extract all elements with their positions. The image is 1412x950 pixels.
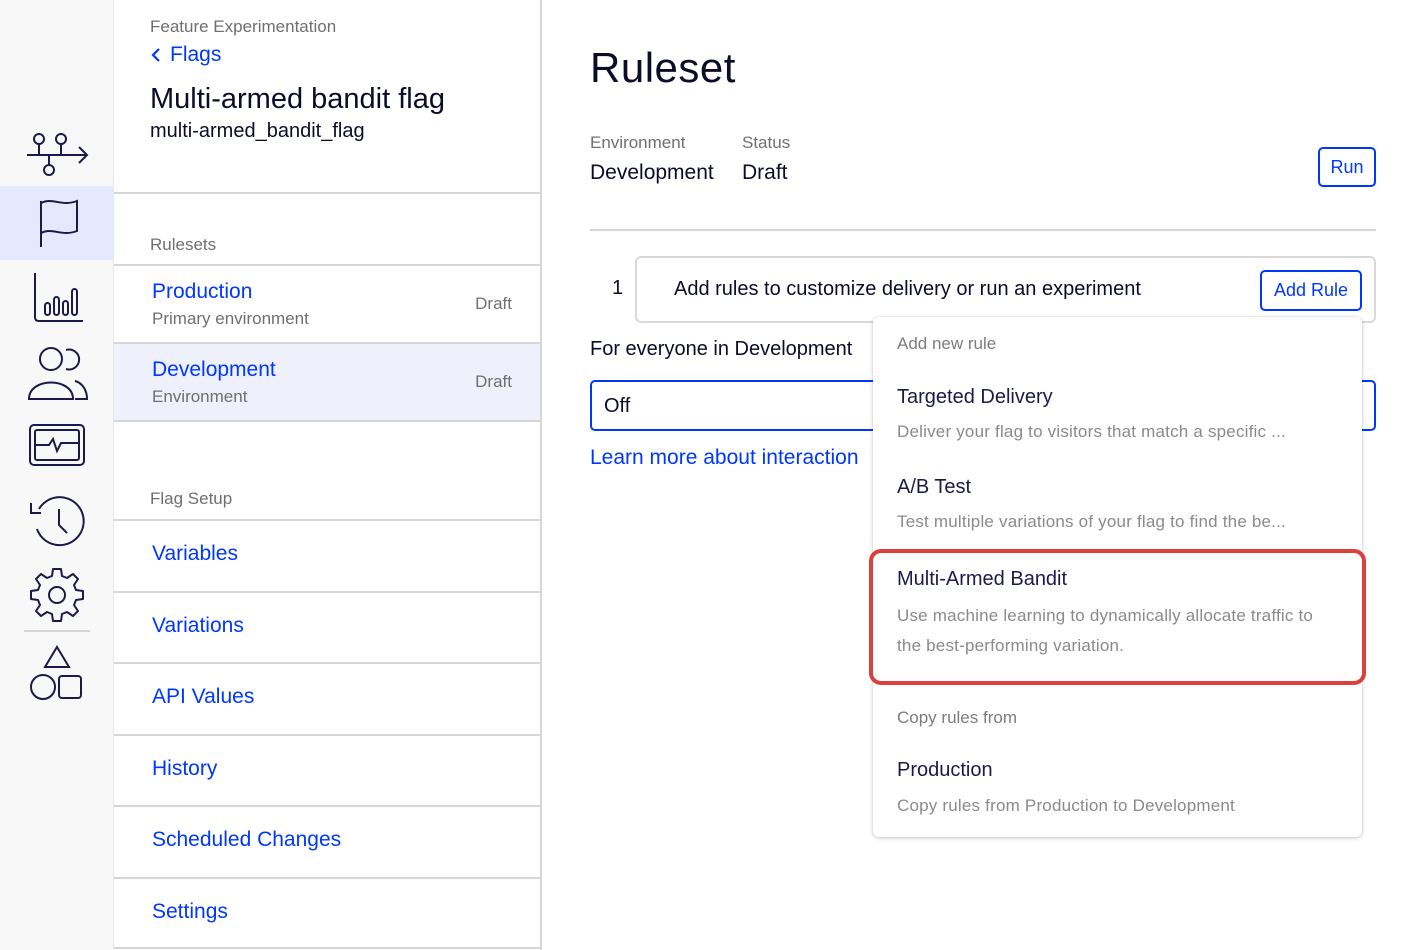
dropdown-item-title: A/B Test <box>897 476 972 498</box>
page-title: Ruleset <box>590 44 736 91</box>
divider <box>114 734 540 736</box>
dropdown-item-targeted-delivery[interactable]: Targeted Delivery Deliver your flag to v… <box>873 373 1362 461</box>
add-rule-prompt: Add rules to customize delivery or run a… <box>674 278 1141 300</box>
environment-label: Environment <box>590 133 686 152</box>
ruleset-status: Draft <box>475 372 512 391</box>
run-button[interactable]: Run <box>1318 147 1376 187</box>
setup-link-variations[interactable]: Variations <box>152 614 244 638</box>
ruleset-row-production[interactable]: Production Primary environment Draft <box>114 266 540 342</box>
ruleset-row-development[interactable]: Development Environment Draft <box>114 344 540 420</box>
flag-title: Multi-armed bandit flag <box>150 83 445 115</box>
add-new-rule-group-label: Add new rule <box>897 334 997 353</box>
flow-arrow-icon <box>27 133 89 176</box>
rail-item-flags[interactable] <box>0 186 114 260</box>
bar-chart-icon <box>34 273 83 322</box>
dropdown-item-description: Copy rules from Production to Developmen… <box>897 796 1235 815</box>
gear-icon <box>30 568 84 622</box>
dropdown-item-description: Use machine learning to dynamically allo… <box>897 606 1314 655</box>
app-root: Feature Experimentation Flags Multi-arme… <box>0 0 1412 950</box>
shapes-icon <box>30 645 82 700</box>
rule-index: 1 <box>612 277 624 299</box>
rail-item-settings[interactable] <box>0 556 114 630</box>
flag-sidebar: Feature Experimentation Flags Multi-arme… <box>114 0 542 950</box>
dropdown-item-description: Test multiple variations of your flag to… <box>897 512 1286 531</box>
setup-link-api-values[interactable]: API Values <box>152 685 254 709</box>
environment-value: Development <box>590 161 714 184</box>
ruleset-description: Environment <box>152 387 248 406</box>
dropdown-item-title: Multi-Armed Bandit <box>897 568 1068 590</box>
flag-key: multi-armed_bandit_flag <box>150 120 365 142</box>
default-variation-value: Off <box>604 395 631 417</box>
icon-rail <box>0 0 114 950</box>
ruleset-status: Draft <box>475 294 512 313</box>
dropdown-item-title: Targeted Delivery <box>897 386 1053 408</box>
setup-link-settings[interactable]: Settings <box>152 900 228 924</box>
users-icon <box>27 347 89 400</box>
back-link-label: Flags <box>170 43 222 66</box>
divider <box>114 519 540 521</box>
sidebar-header: Feature Experimentation Flags Multi-arme… <box>150 17 445 143</box>
divider <box>114 947 540 949</box>
flag-icon <box>40 199 78 247</box>
copy-rules-group-label: Copy rules from <box>897 708 1017 727</box>
dropdown-item-multi-armed-bandit[interactable]: Multi-Armed Bandit Use machine learning … <box>873 557 1362 677</box>
divider <box>590 229 1376 231</box>
dropdown-item-copy-production[interactable]: Production Copy rules from Production to… <box>873 747 1362 827</box>
divider <box>114 662 540 664</box>
dropdown-item-description: Deliver your flag to visitors that match… <box>897 422 1286 441</box>
setup-link-scheduled-changes[interactable]: Scheduled Changes <box>152 828 341 852</box>
ruleset-name: Development <box>152 358 276 381</box>
rail-item-audiences[interactable] <box>0 334 114 408</box>
divider <box>114 805 540 807</box>
rail-item-history[interactable] <box>0 482 114 556</box>
divider <box>114 420 540 422</box>
product-name: Feature Experimentation <box>150 17 337 36</box>
divider <box>114 591 540 593</box>
divider <box>114 192 540 194</box>
add-rule-dropdown: Add new rule Targeted Delivery Deliver y… <box>873 317 1362 837</box>
rail-divider <box>24 630 90 632</box>
rulesets-label: Rulesets <box>150 235 217 254</box>
dropdown-item-ab-test[interactable]: A/B Test Test multiple variations of you… <box>873 463 1362 551</box>
back-to-flags-link[interactable]: Flags <box>150 43 445 67</box>
history-icon <box>30 496 85 547</box>
divider <box>114 877 540 879</box>
status-label: Status <box>742 133 791 152</box>
learn-more-link[interactable]: Learn more about interaction <box>590 446 859 470</box>
monitor-pulse-icon <box>29 424 85 466</box>
ruleset-description: Primary environment <box>152 309 309 328</box>
status-value: Draft <box>742 161 788 184</box>
rail-item-reports[interactable] <box>0 260 114 334</box>
setup-link-variables[interactable]: Variables <box>152 542 238 566</box>
setup-link-history[interactable]: History <box>152 757 217 781</box>
flag-setup-label: Flag Setup <box>150 489 233 508</box>
add-rule-button[interactable]: Add Rule <box>1260 270 1362 311</box>
rail-item-flows[interactable] <box>0 112 114 186</box>
dropdown-item-title: Production <box>897 759 993 781</box>
rail-item-events[interactable] <box>0 408 114 482</box>
rail-item-integrations[interactable] <box>0 634 114 708</box>
ruleset-name: Production <box>152 280 253 303</box>
chevron-left-icon <box>151 48 160 62</box>
everyone-label: For everyone in Development <box>590 338 853 360</box>
